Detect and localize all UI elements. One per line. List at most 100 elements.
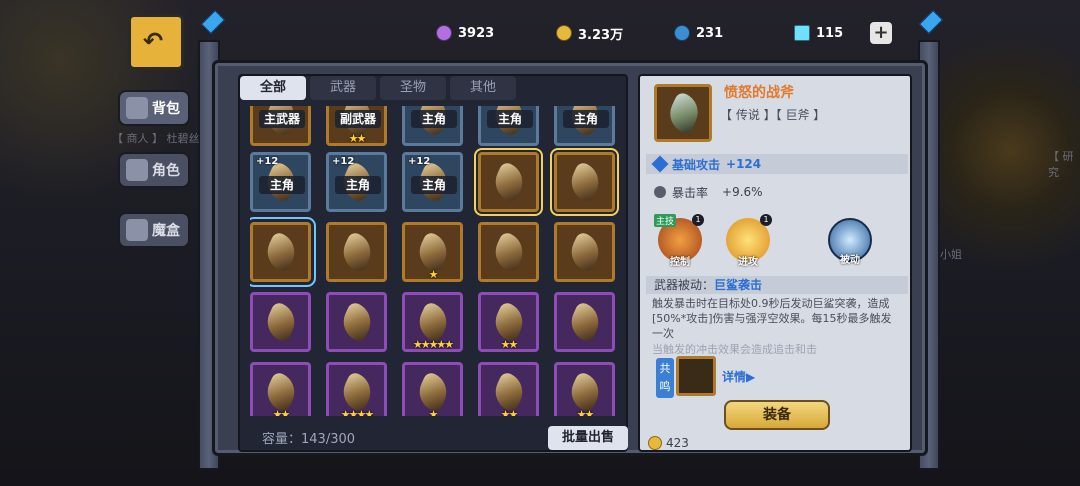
inventory-item[interactable]: ★ xyxy=(402,222,463,282)
inventory-item[interactable] xyxy=(250,292,311,352)
item-stars: ★ xyxy=(428,408,439,416)
item-stars: ★★ xyxy=(272,408,291,416)
skill-label: 进攻 xyxy=(738,257,758,268)
item-stars: ★★★★ xyxy=(340,408,374,416)
add-diamond-button[interactable]: + xyxy=(870,22,892,44)
details-link[interactable]: 详情▶ xyxy=(722,368,755,385)
coin-icon xyxy=(648,436,662,450)
skill-label: 被动 xyxy=(840,255,860,266)
inventory-item[interactable] xyxy=(554,222,615,282)
stat-base-attack: 基础攻击 +124 xyxy=(646,154,908,174)
item-type: 【 传说 】【 巨斧 】 xyxy=(720,108,826,122)
nav-label: 背包 xyxy=(152,101,180,117)
inventory-item[interactable]: ★★★★★ xyxy=(402,292,463,352)
nav-magic-box[interactable]: 魔盒 xyxy=(118,212,190,248)
inventory-item[interactable]: +12 主角 xyxy=(402,152,463,212)
weapon-icon xyxy=(565,160,605,204)
item-stars: ★★★★★ xyxy=(412,338,454,351)
inventory-item[interactable]: ★ xyxy=(402,362,463,416)
inventory-item[interactable]: ★★ xyxy=(478,362,539,416)
inventory-item[interactable]: ★★ xyxy=(250,362,311,416)
grid-row: +12 主角 +12 主角 +12 主角 xyxy=(250,148,619,216)
sword-icon xyxy=(651,155,669,173)
inventory-item[interactable]: 副武器 ★★ xyxy=(326,106,387,146)
resource-blue: 231 xyxy=(674,22,782,44)
equip-button[interactable]: 装备 xyxy=(724,400,830,430)
weapon-icon xyxy=(261,230,301,274)
tab-weapons[interactable]: 武器 xyxy=(310,76,376,100)
inventory-item[interactable]: ★★★★ xyxy=(326,362,387,416)
back-button[interactable]: ↶ xyxy=(128,14,184,70)
batch-sell-button[interactable]: 批量出售 xyxy=(548,426,628,450)
item-stars: ★★ xyxy=(348,132,367,145)
coin-value: 423 xyxy=(666,436,689,450)
resource-value: 231 xyxy=(696,25,724,41)
grid-row: 主武器 副武器 ★★ 主角 主角 主角 xyxy=(250,106,615,146)
item-level: +12 xyxy=(408,156,431,167)
inventory-item[interactable] xyxy=(326,222,387,282)
inventory-item[interactable]: 主角 xyxy=(554,106,615,146)
item-detail-panel: 愤怒的战斧 【 传说 】【 巨斧 】 基础攻击 +124 暴击率 +9.6% 主技 … xyxy=(638,74,912,452)
weapon-icon xyxy=(337,230,377,274)
nav-label: 魔盒 xyxy=(152,223,180,239)
item-stars: ★★ xyxy=(500,338,519,351)
nav-bag[interactable]: 背包 xyxy=(118,90,190,126)
main-skill-tag: 主技 xyxy=(654,214,677,227)
resonance-item-icon[interactable] xyxy=(676,356,716,396)
item-tag: 主角 xyxy=(259,176,305,194)
inventory-item[interactable] xyxy=(250,217,316,287)
inventory-item[interactable]: 主角 xyxy=(402,106,463,146)
passive-prefix: 武器被动： xyxy=(654,278,715,292)
weapon-icon xyxy=(337,370,377,414)
inventory-item[interactable]: 主武器 xyxy=(250,106,311,146)
tab-all[interactable]: 全部 xyxy=(240,76,306,100)
details-label: 详情 xyxy=(722,370,747,384)
weapon-icon xyxy=(413,300,453,344)
skill-passive[interactable]: 被动 xyxy=(828,218,872,266)
axe-icon xyxy=(663,90,705,136)
resource-purple: 3923 xyxy=(436,22,554,44)
inventory-item[interactable] xyxy=(326,292,387,352)
skill-attack[interactable]: 1 进攻 xyxy=(726,214,772,268)
research-label: 【 研究 xyxy=(1048,150,1074,179)
bag-icon xyxy=(126,97,148,119)
inventory-item[interactable]: 主角 xyxy=(478,106,539,146)
stat-label: 基础攻击 xyxy=(672,157,721,172)
blue-orb-icon xyxy=(674,25,690,41)
weapon-icon xyxy=(489,160,529,204)
tab-relics[interactable]: 圣物 xyxy=(380,76,446,100)
item-level: +12 xyxy=(256,156,279,167)
inventory-item[interactable] xyxy=(478,222,539,282)
inventory-item[interactable]: ★★ xyxy=(554,362,615,416)
miss-label: 小姐 xyxy=(940,248,962,261)
passive-description-more: 当触发的冲击效果会造成追击和击 xyxy=(652,343,817,354)
category-tabs: 全部 武器 圣物 其他 xyxy=(240,76,516,100)
item-name: 愤怒的战斧 xyxy=(724,85,794,101)
tab-others[interactable]: 其他 xyxy=(450,76,516,100)
grid-row: ★★★★★ ★★ xyxy=(250,292,615,352)
item-tag: 主武器 xyxy=(259,110,305,128)
inventory-item[interactable] xyxy=(550,148,619,216)
item-tag: 主角 xyxy=(563,110,609,128)
inventory-item[interactable]: +12 主角 xyxy=(326,152,387,212)
weapon-icon xyxy=(489,230,529,274)
grid-row: ★ xyxy=(250,217,615,287)
coin-icon xyxy=(556,25,572,41)
item-grid: 主武器 副武器 ★★ 主角 主角 主角 +12 主角 +12 主角 +12 主角 ★ ★★★★★ ★★… xyxy=(250,106,622,416)
inventory-item[interactable]: +12 主角 xyxy=(250,152,311,212)
grid-row: ★★ ★★★★ ★ ★★ ★★ xyxy=(250,362,615,416)
capacity-label: 容量：143/300 xyxy=(262,432,356,447)
coin-cost: 423 xyxy=(648,436,689,450)
skill-control[interactable]: 主技 1 控制 xyxy=(654,214,704,268)
resonance-tag: 共鸣 xyxy=(656,358,674,398)
stat-value: +9.6% xyxy=(722,185,763,199)
inventory-item[interactable] xyxy=(554,292,615,352)
weapon-icon xyxy=(489,300,529,344)
inventory-item[interactable] xyxy=(474,148,543,216)
magic-box-icon xyxy=(126,219,148,241)
nav-role[interactable]: 角色 xyxy=(118,152,190,188)
inventory-item[interactable]: ★★ xyxy=(478,292,539,352)
role-icon xyxy=(126,159,148,181)
item-tag: 主角 xyxy=(335,176,381,194)
resource-value: 3.23万 xyxy=(578,27,624,43)
